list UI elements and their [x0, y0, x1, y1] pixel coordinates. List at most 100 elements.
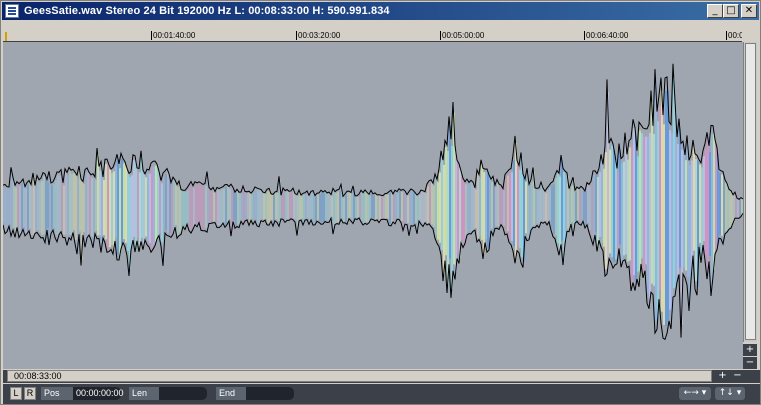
editor-window: GeesSatie.wav Stereo 24 Bit 192000 Hz L:… [0, 0, 761, 405]
waveform-column [191, 184, 193, 231]
waveform-column [385, 194, 387, 219]
waveform-column [91, 178, 93, 237]
vertical-scrollbar[interactable] [743, 42, 757, 342]
waveform-column [441, 156, 443, 251]
waveform-column [615, 160, 617, 260]
waveform-column [659, 106, 661, 290]
vertical-zoom-out-button[interactable]: − [743, 357, 757, 369]
waveform-column [371, 191, 373, 218]
waveform-column [551, 185, 553, 228]
horizontal-navigation-dropdown[interactable]: ←→ ▾ [679, 387, 711, 400]
waveform-column [387, 194, 389, 219]
waveform-column [707, 139, 709, 272]
waveform-column [175, 182, 177, 226]
waveform-column [107, 163, 109, 248]
waveform-column [431, 182, 433, 225]
vertical-navigation-dropdown[interactable]: ↑↓ ▾ [715, 387, 745, 400]
waveform-column [507, 175, 509, 232]
waveform-column [257, 189, 259, 224]
waveform-column [17, 184, 19, 226]
horizontal-zoom-out-button[interactable]: − [731, 371, 744, 382]
maximize-button[interactable]: □ [723, 4, 739, 18]
waveform-column [703, 156, 705, 242]
waveform-column [71, 173, 73, 237]
vertical-scroll-thumb[interactable] [745, 43, 756, 340]
len-label: Len [129, 387, 159, 400]
waveform-column [131, 175, 133, 246]
time-ruler[interactable]: 00:01:40:00 00:03:20:00 00:05:00:00 00:0… [3, 30, 742, 42]
waveform-column [649, 132, 651, 299]
waveform-column [619, 149, 621, 245]
waveform-column [53, 184, 55, 228]
waveform-column [253, 192, 255, 223]
waveform-column [301, 196, 303, 219]
waveform-column [283, 189, 285, 219]
waveform-column [211, 191, 213, 222]
waveform-column [623, 161, 625, 256]
waveform-column [725, 182, 727, 232]
waveform-column [613, 150, 615, 263]
waveform-column [677, 144, 679, 275]
title-bar[interactable]: GeesSatie.wav Stereo 24 Bit 192000 Hz L:… [2, 2, 759, 20]
len-field[interactable] [159, 387, 207, 400]
waveform-column [343, 197, 345, 222]
waveform-column [591, 183, 593, 236]
waveform-column [55, 180, 57, 235]
left-channel-button[interactable]: L [10, 387, 22, 400]
time-readout[interactable]: 00:08:33:00 [7, 370, 712, 382]
waveform-column [723, 175, 725, 241]
horizontal-zoom-in-button[interactable]: + [716, 371, 729, 382]
minimize-button[interactable]: _ [707, 4, 723, 18]
waveform-column [351, 193, 353, 220]
waveform-column [391, 191, 393, 224]
waveform-column [575, 191, 577, 222]
waveform-column [487, 172, 489, 248]
waveform-column [275, 193, 277, 220]
waveform-column [51, 185, 53, 231]
vertical-zoom-in-button[interactable]: + [743, 344, 757, 356]
waveform-column [609, 149, 611, 254]
waveform-column [79, 170, 81, 232]
waveform-column [709, 151, 711, 256]
right-channel-button[interactable]: R [24, 387, 36, 400]
waveform-display[interactable] [3, 42, 743, 369]
waveform-column [713, 133, 715, 270]
waveform-column [43, 176, 45, 235]
horizontal-scrollbar[interactable]: 00:08:33:00 + − [3, 370, 760, 383]
waveform-column [361, 192, 363, 221]
waveform-column [145, 177, 147, 237]
waveform-column [367, 193, 369, 223]
waveform-column [475, 189, 477, 228]
waveform-column [539, 189, 541, 226]
waveform-column [267, 191, 269, 224]
waveform-column [115, 166, 117, 238]
pos-field[interactable]: 00:00:00:00 [73, 387, 124, 400]
waveform-column [157, 168, 159, 236]
waveform-column [561, 160, 563, 241]
waveform-column [21, 184, 23, 232]
waveform-column [101, 166, 103, 248]
waveform-column [451, 146, 453, 289]
waveform-column [625, 140, 627, 255]
waveform-column [179, 183, 181, 233]
waveform-column [513, 160, 515, 247]
waveform-column [531, 182, 533, 229]
waveform-column [651, 102, 653, 284]
waveform-column [339, 191, 341, 223]
waveform-column [161, 183, 163, 243]
end-field[interactable] [246, 387, 294, 400]
waveform-column [153, 165, 155, 246]
waveform-column [117, 159, 119, 255]
waveform-column [235, 193, 237, 227]
waveform-column [255, 188, 257, 220]
waveform-column [401, 191, 403, 222]
close-button[interactable]: ✕ [741, 4, 757, 18]
waveform-column [189, 186, 191, 229]
waveform-column [69, 171, 71, 235]
waveform-column [637, 156, 639, 272]
waveform-column [173, 180, 175, 232]
waveform-column [7, 188, 9, 230]
waveform-column [395, 191, 397, 223]
waveform-column [65, 172, 67, 235]
waveform-column [405, 192, 407, 223]
